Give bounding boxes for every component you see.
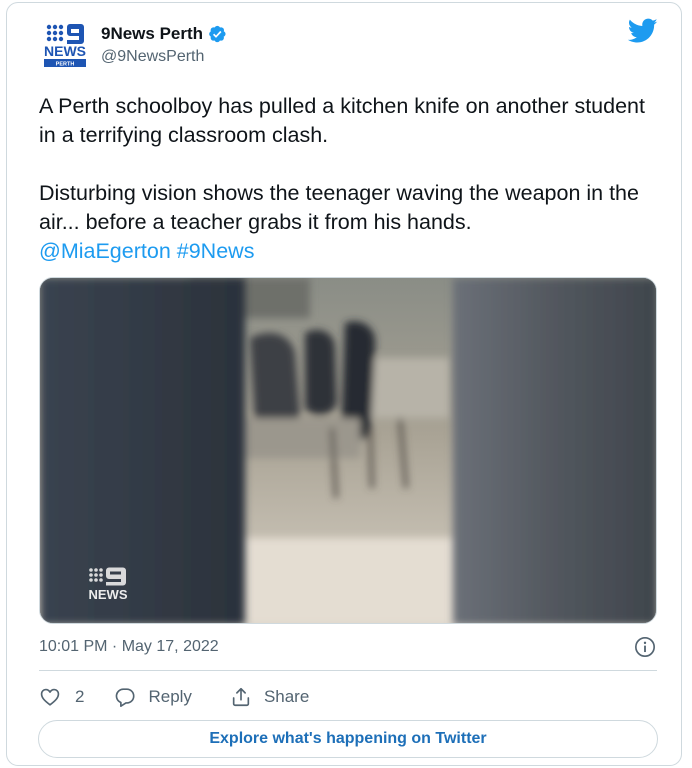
svg-text:PERTH: PERTH bbox=[56, 62, 75, 68]
video-frame bbox=[40, 278, 656, 623]
heart-icon bbox=[40, 688, 60, 706]
video-watermark-logo: NEWS bbox=[86, 566, 132, 607]
like-count: 2 bbox=[75, 687, 85, 706]
mention-link[interactable]: @MiaEgerton bbox=[39, 239, 171, 263]
nine-news-logo: NEWS PERTH bbox=[44, 24, 86, 68]
hashtag-link[interactable]: #9News bbox=[177, 239, 255, 263]
twitter-bird-icon[interactable] bbox=[628, 18, 658, 44]
reply-button[interactable]: Reply bbox=[114, 686, 192, 708]
tweet-paragraph-2: Disturbing vision shows the teenager wav… bbox=[39, 181, 639, 234]
like-button[interactable]: 2 bbox=[39, 686, 84, 708]
reply-label: Reply bbox=[148, 687, 192, 706]
reply-bubble-icon bbox=[116, 688, 135, 707]
verified-badge-icon bbox=[209, 25, 226, 43]
info-icon[interactable] bbox=[634, 636, 656, 658]
handle[interactable]: @9NewsPerth bbox=[101, 48, 204, 66]
divider bbox=[39, 670, 657, 671]
share-icon bbox=[232, 687, 250, 707]
svg-text:NEWS: NEWS bbox=[44, 43, 86, 59]
display-name[interactable]: 9News Perth bbox=[101, 24, 203, 44]
tweet-timestamp[interactable]: 10:01 PM · May 17, 2022 bbox=[39, 638, 219, 656]
share-button[interactable]: Share bbox=[230, 686, 309, 708]
svg-text:NEWS: NEWS bbox=[89, 587, 128, 602]
share-label: Share bbox=[263, 687, 310, 706]
explore-twitter-button[interactable]: Explore what's happening on Twitter bbox=[38, 720, 658, 758]
tweet-paragraph-1: A Perth schoolboy has pulled a kitchen k… bbox=[39, 94, 645, 147]
tweet-actions: 2 Reply Share bbox=[39, 684, 309, 710]
tweet-text: A Perth schoolboy has pulled a kitchen k… bbox=[39, 92, 659, 266]
avatar[interactable]: NEWS PERTH bbox=[40, 22, 90, 68]
